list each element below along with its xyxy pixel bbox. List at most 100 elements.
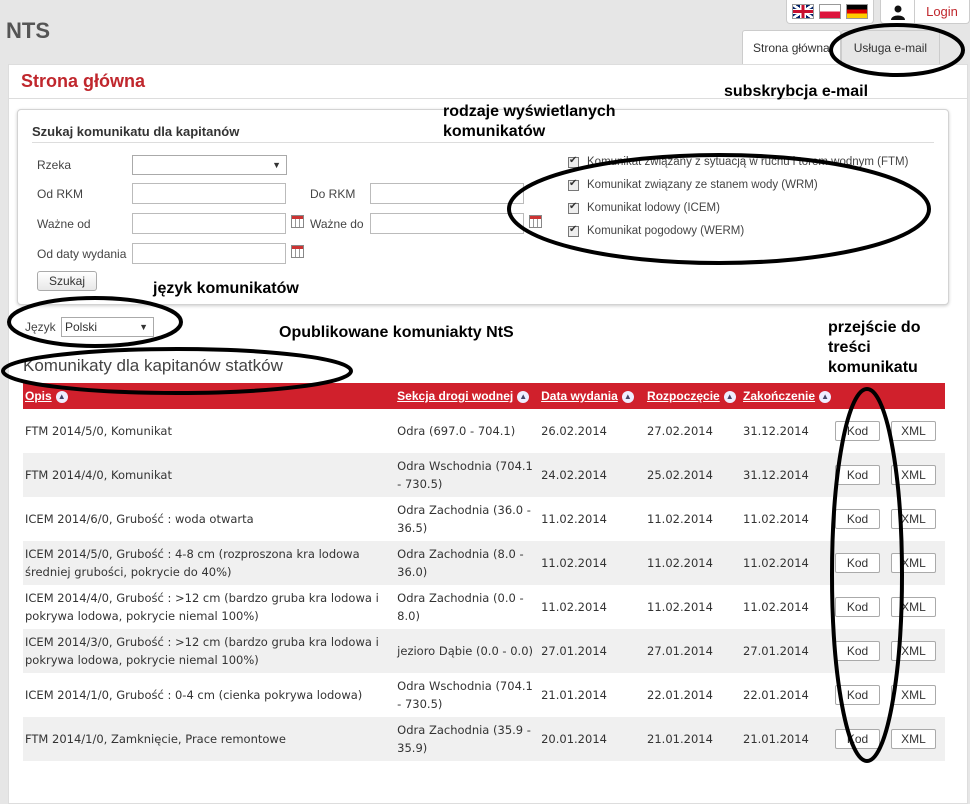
language-label: Język: [25, 320, 56, 334]
column-header-data-wydania[interactable]: Data wydania ▲: [539, 383, 646, 409]
login-link[interactable]: Login: [915, 4, 969, 19]
kod-button[interactable]: Kod: [835, 597, 881, 617]
xml-button[interactable]: XML: [891, 597, 936, 617]
sort-icon[interactable]: ▲: [621, 390, 634, 403]
cell-zakonczenie: 21.01.2014: [741, 717, 834, 761]
column-label[interactable]: Data wydania: [541, 389, 618, 403]
cell-opis: ICEM 2014/1/0, Grubość : 0-4 cm (cienka …: [25, 688, 363, 702]
table-row: ICEM 2014/1/0, Grubość : 0-4 cm (cienka …: [23, 673, 945, 717]
cell-opis: ICEM 2014/6/0, Grubość : woda otwarta: [25, 512, 254, 526]
calendar-icon[interactable]: [291, 245, 304, 258]
valid-from-input[interactable]: [132, 213, 286, 234]
kod-button[interactable]: Kod: [835, 685, 881, 705]
flag-de-icon[interactable]: [845, 4, 868, 19]
cell-xml: XML: [889, 541, 945, 585]
sort-icon[interactable]: ▲: [55, 390, 68, 403]
column-label[interactable]: Opis: [25, 389, 52, 403]
flag-uk-icon[interactable]: [792, 4, 815, 19]
to-rkm-input[interactable]: [370, 183, 524, 204]
cell-rozpoczecie: 25.02.2014: [645, 453, 742, 497]
checkbox-icon[interactable]: [568, 201, 579, 214]
kod-button[interactable]: Kod: [835, 729, 881, 749]
cell-kod: Kod: [833, 717, 889, 761]
checkbox-icon[interactable]: [568, 178, 579, 191]
xml-button[interactable]: XML: [891, 641, 936, 661]
checkbox-icem[interactable]: Komunikat lodowy (ICEM): [568, 201, 720, 214]
tab-email-service[interactable]: Usługa e-mail: [840, 30, 941, 64]
sort-icon[interactable]: ▲: [517, 390, 530, 403]
user-box: Login: [880, 0, 970, 24]
valid-to-input[interactable]: [370, 213, 524, 234]
cell-kod: Kod: [833, 673, 889, 717]
cell-rozpoczecie: 27.02.2014: [647, 424, 713, 438]
cell-xml: XML: [889, 497, 945, 541]
calendar-icon[interactable]: [529, 215, 542, 228]
cell-sekcja: Odra Wschodnia (704.1 - 730.5): [395, 453, 540, 497]
xml-button[interactable]: XML: [891, 685, 936, 705]
checkbox-ftm[interactable]: Komunikat związany z sytuacją w ruchu i …: [568, 155, 908, 168]
tab-home[interactable]: Strona główna: [742, 30, 841, 64]
from-rkm-input[interactable]: [132, 183, 286, 204]
cell-data-wydania: 20.01.2014: [539, 717, 646, 761]
kod-button[interactable]: Kod: [835, 553, 881, 573]
table-row: FTM 2014/5/0, Komunikat Odra (697.0 - 704…: [23, 409, 945, 453]
kod-button[interactable]: Kod: [835, 641, 881, 661]
kod-button[interactable]: Kod: [835, 509, 881, 529]
cell-kod: Kod: [833, 453, 889, 497]
column-label[interactable]: Sekcja drogi wodnej: [397, 389, 513, 403]
cell-rozpoczecie: 11.02.2014: [647, 600, 713, 614]
app-title: NTS: [6, 18, 50, 43]
annotation-goto: przejście do treści komunikatu: [828, 319, 921, 376]
flag-pl-icon[interactable]: [818, 4, 841, 19]
column-label[interactable]: Zakończenie: [743, 389, 815, 403]
issue-date-label: Od daty wydania: [37, 247, 127, 261]
checkbox-label: Komunikat pogodowy (WERM): [587, 225, 745, 237]
sort-icon[interactable]: ▲: [723, 390, 736, 403]
table-row: ICEM 2014/6/0, Grubość : woda otwarta Odr…: [23, 497, 945, 541]
cell-data-wydania: 24.02.2014: [539, 453, 646, 497]
cell-xml: XML: [889, 629, 945, 673]
column-header-rozpoczecie[interactable]: Rozpoczęcie ▲: [645, 383, 742, 409]
cell-sekcja: jezioro Dąbie (0.0 - 0.0): [395, 629, 540, 673]
cell-sekcja: Odra Zachodnia (35.9 - 35.9): [395, 717, 540, 761]
cell-opis: ICEM 2014/4/0, Grubość : >12 cm (bardzo …: [25, 591, 379, 623]
xml-button[interactable]: XML: [891, 421, 936, 441]
cell-opis: ICEM 2014/3/0, Grubość : >12 cm (bardzo …: [23, 629, 396, 673]
calendar-icon[interactable]: [291, 215, 304, 228]
page-title: Strona główna: [21, 71, 146, 91]
search-button[interactable]: Szukaj: [37, 271, 97, 291]
checkbox-wrm[interactable]: Komunikat związany ze stanem wody (WRM): [568, 178, 818, 191]
xml-button[interactable]: XML: [891, 509, 936, 529]
cell-zakonczenie: 11.02.2014: [741, 541, 834, 585]
column-header-sekcja[interactable]: Sekcja drogi wodnej ▲: [395, 383, 540, 409]
sort-icon[interactable]: ▲: [819, 390, 832, 403]
cell-rozpoczecie: 22.01.2014: [647, 688, 713, 702]
cell-data-wydania: 11.02.2014: [541, 600, 607, 614]
xml-button[interactable]: XML: [891, 465, 936, 485]
table-row: ICEM 2014/3/0, Grubość : >12 cm (bardzo …: [23, 629, 945, 673]
user-icon[interactable]: [881, 0, 915, 24]
checkbox-werm[interactable]: Komunikat pogodowy (WERM): [568, 224, 745, 237]
cell-opis: FTM 2014/1/0, Zamknięcie, Prace remontow…: [23, 717, 396, 761]
cell-sekcja: Odra (697.0 - 704.1): [397, 424, 516, 438]
cell-opis: FTM 2014/4/0, Komunikat: [23, 453, 396, 497]
xml-button[interactable]: XML: [891, 729, 936, 749]
cell-sekcja: Odra Zachodnia (8.0 - 36.0): [395, 541, 540, 585]
xml-button[interactable]: XML: [891, 553, 936, 573]
annotation-types: rodzaje wyświetlanych komunikatów: [443, 103, 616, 140]
river-select[interactable]: ▼: [132, 155, 287, 175]
main-panel: Strona główna Szukaj komunikatu dla kapi…: [8, 64, 968, 804]
column-header-xml: [889, 383, 945, 409]
from-rkm-label: Od RKM: [37, 187, 84, 201]
column-label[interactable]: Rozpoczęcie: [647, 389, 720, 403]
column-header-opis[interactable]: Opis ▲: [23, 383, 396, 409]
kod-button[interactable]: Kod: [835, 465, 881, 485]
checkbox-icon[interactable]: [568, 224, 579, 237]
checkbox-icon[interactable]: [568, 155, 579, 168]
column-header-zakonczenie[interactable]: Zakończenie ▲: [741, 383, 834, 409]
language-select[interactable]: Polski ▼: [61, 317, 154, 337]
legend-divider: [32, 142, 934, 143]
cell-zakonczenie: 22.01.2014: [743, 688, 809, 702]
kod-button[interactable]: Kod: [835, 421, 881, 441]
issue-date-input[interactable]: [132, 243, 286, 264]
